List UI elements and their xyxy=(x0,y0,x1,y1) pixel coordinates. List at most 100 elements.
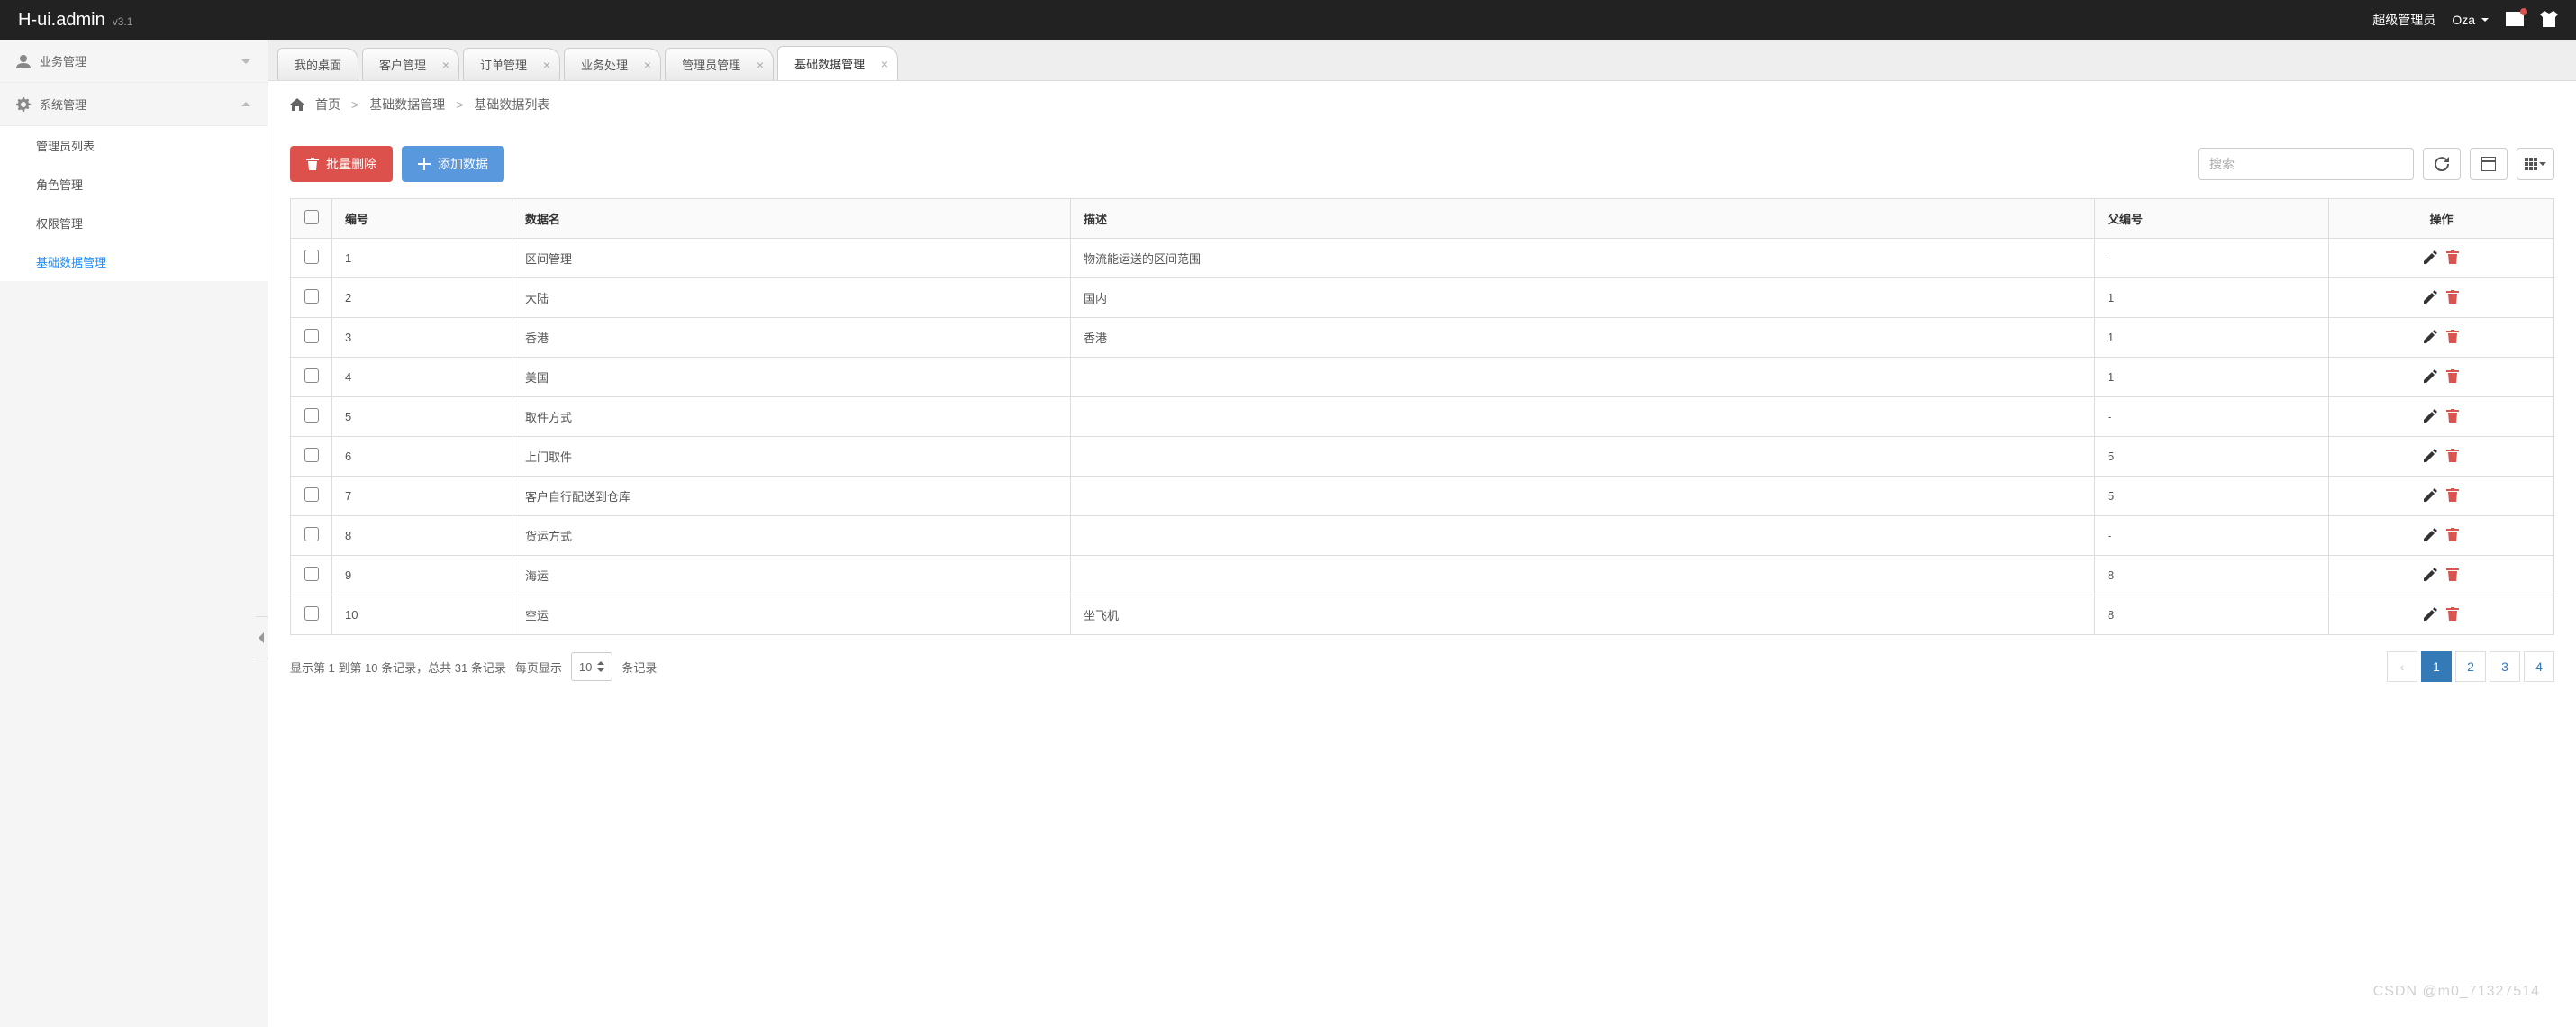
sidebar-item[interactable]: 基础数据管理 xyxy=(0,242,268,281)
edit-icon[interactable] xyxy=(2424,449,2437,462)
mail-button[interactable] xyxy=(2506,12,2524,29)
cell-parent: 1 xyxy=(2095,278,2329,318)
delete-icon[interactable] xyxy=(2446,250,2459,264)
page-number[interactable]: 4 xyxy=(2524,651,2554,682)
col-header-id[interactable]: 编号 xyxy=(332,199,512,239)
page-prev[interactable]: ‹ xyxy=(2387,651,2417,682)
breadcrumb-home[interactable]: 首页 xyxy=(315,95,340,114)
refresh-button[interactable] xyxy=(2423,148,2461,180)
delete-icon[interactable] xyxy=(2446,409,2459,423)
tab[interactable]: 基础数据管理 × xyxy=(777,46,898,80)
delete-icon[interactable] xyxy=(2446,369,2459,383)
edit-icon[interactable] xyxy=(2424,369,2437,383)
cell-desc: 坐飞机 xyxy=(1071,595,2095,635)
delete-icon[interactable] xyxy=(2446,488,2459,502)
cell-id: 2 xyxy=(332,278,512,318)
user-name-dropdown[interactable]: Oza xyxy=(2452,13,2490,27)
data-table: 编号 数据名 描述 父编号 操作 1区间管理物流能运送的区间范围-2大陆国内13… xyxy=(290,198,2554,635)
col-header-name[interactable]: 数据名 xyxy=(512,199,1071,239)
search-input[interactable] xyxy=(2198,148,2414,180)
pagination: ‹1234 xyxy=(2387,651,2554,682)
cell-name: 上门取件 xyxy=(512,437,1071,477)
breadcrumb-sep: > xyxy=(456,97,463,112)
per-page-label-after: 条记录 xyxy=(621,659,657,676)
delete-icon[interactable] xyxy=(2446,528,2459,541)
edit-icon[interactable] xyxy=(2424,409,2437,423)
edit-icon[interactable] xyxy=(2424,528,2437,541)
breadcrumb-mid[interactable]: 基础数据管理 xyxy=(369,95,445,114)
table-row: 10空运坐飞机8 xyxy=(291,595,2554,635)
cell-name: 货运方式 xyxy=(512,516,1071,556)
cell-desc xyxy=(1071,516,2095,556)
col-header-parent[interactable]: 父编号 xyxy=(2095,199,2329,239)
brand-version: v3.1 xyxy=(113,15,133,28)
card-view-icon xyxy=(2481,157,2496,171)
edit-icon[interactable] xyxy=(2424,568,2437,581)
cell-id: 9 xyxy=(332,556,512,595)
edit-icon[interactable] xyxy=(2424,488,2437,502)
table-row: 9海运8 xyxy=(291,556,2554,595)
page-number[interactable]: 1 xyxy=(2421,651,2452,682)
delete-icon[interactable] xyxy=(2446,449,2459,462)
tab[interactable]: 业务处理× xyxy=(564,48,661,80)
row-checkbox[interactable] xyxy=(304,250,319,264)
per-page-select[interactable]: 10 xyxy=(571,652,612,681)
tab-close-icon[interactable]: × xyxy=(757,58,764,72)
page-number[interactable]: 3 xyxy=(2490,651,2520,682)
delete-icon[interactable] xyxy=(2446,568,2459,581)
tab-label: 基础数据管理 xyxy=(794,55,865,72)
tab-close-icon[interactable]: × xyxy=(881,57,888,71)
cell-parent: 1 xyxy=(2095,358,2329,397)
check-all[interactable] xyxy=(304,210,319,224)
row-checkbox[interactable] xyxy=(304,606,319,621)
toggle-view-button[interactable] xyxy=(2470,148,2508,180)
add-data-button[interactable]: 添加数据 xyxy=(402,146,504,182)
sidebar-group-label: 系统管理 xyxy=(40,95,86,113)
col-header-desc[interactable]: 描述 xyxy=(1071,199,2095,239)
tab[interactable]: 管理员管理 × xyxy=(665,48,774,80)
tab[interactable]: 订单管理× xyxy=(463,48,560,80)
page-number[interactable]: 2 xyxy=(2455,651,2486,682)
tab-label: 管理员管理 xyxy=(682,56,740,73)
edit-icon[interactable] xyxy=(2424,250,2437,264)
sidebar-item[interactable]: 管理员列表 xyxy=(0,126,268,165)
edit-icon[interactable] xyxy=(2424,330,2437,343)
cell-parent: - xyxy=(2095,239,2329,278)
tab[interactable]: 客户管理× xyxy=(362,48,459,80)
row-checkbox[interactable] xyxy=(304,487,319,502)
sidebar-group-header[interactable]: 业务管理 xyxy=(0,40,268,83)
chevron-down-icon xyxy=(2481,15,2490,24)
tab-close-icon[interactable]: × xyxy=(543,58,550,72)
row-checkbox[interactable] xyxy=(304,527,319,541)
row-checkbox[interactable] xyxy=(304,567,319,581)
tab[interactable]: 我的桌面 xyxy=(277,48,358,80)
row-checkbox[interactable] xyxy=(304,408,319,423)
delete-icon[interactable] xyxy=(2446,607,2459,621)
chevron-down-icon xyxy=(240,56,251,67)
delete-icon[interactable] xyxy=(2446,330,2459,343)
sidebar-item[interactable]: 角色管理 xyxy=(0,165,268,204)
cell-desc: 国内 xyxy=(1071,278,2095,318)
edit-icon[interactable] xyxy=(2424,607,2437,621)
row-checkbox[interactable] xyxy=(304,448,319,462)
cell-desc xyxy=(1071,437,2095,477)
tab-close-icon[interactable]: × xyxy=(644,58,651,72)
mail-badge xyxy=(2520,8,2527,15)
row-checkbox[interactable] xyxy=(304,368,319,383)
breadcrumb: 首页 > 基础数据管理 > 基础数据列表 xyxy=(268,81,2576,128)
columns-button[interactable] xyxy=(2517,148,2554,180)
sidebar-item[interactable]: 权限管理 xyxy=(0,204,268,242)
chevron-left-icon xyxy=(259,632,266,643)
theme-button[interactable] xyxy=(2540,11,2558,30)
sidebar-collapse-handle[interactable] xyxy=(256,616,268,659)
cell-id: 10 xyxy=(332,595,512,635)
cell-name: 取件方式 xyxy=(512,397,1071,437)
cell-parent: - xyxy=(2095,516,2329,556)
delete-icon[interactable] xyxy=(2446,290,2459,304)
edit-icon[interactable] xyxy=(2424,290,2437,304)
row-checkbox[interactable] xyxy=(304,289,319,304)
row-checkbox[interactable] xyxy=(304,329,319,343)
tab-close-icon[interactable]: × xyxy=(442,58,449,72)
sidebar-group-header[interactable]: 系统管理 xyxy=(0,83,268,126)
batch-delete-button[interactable]: 批量删除 xyxy=(290,146,393,182)
